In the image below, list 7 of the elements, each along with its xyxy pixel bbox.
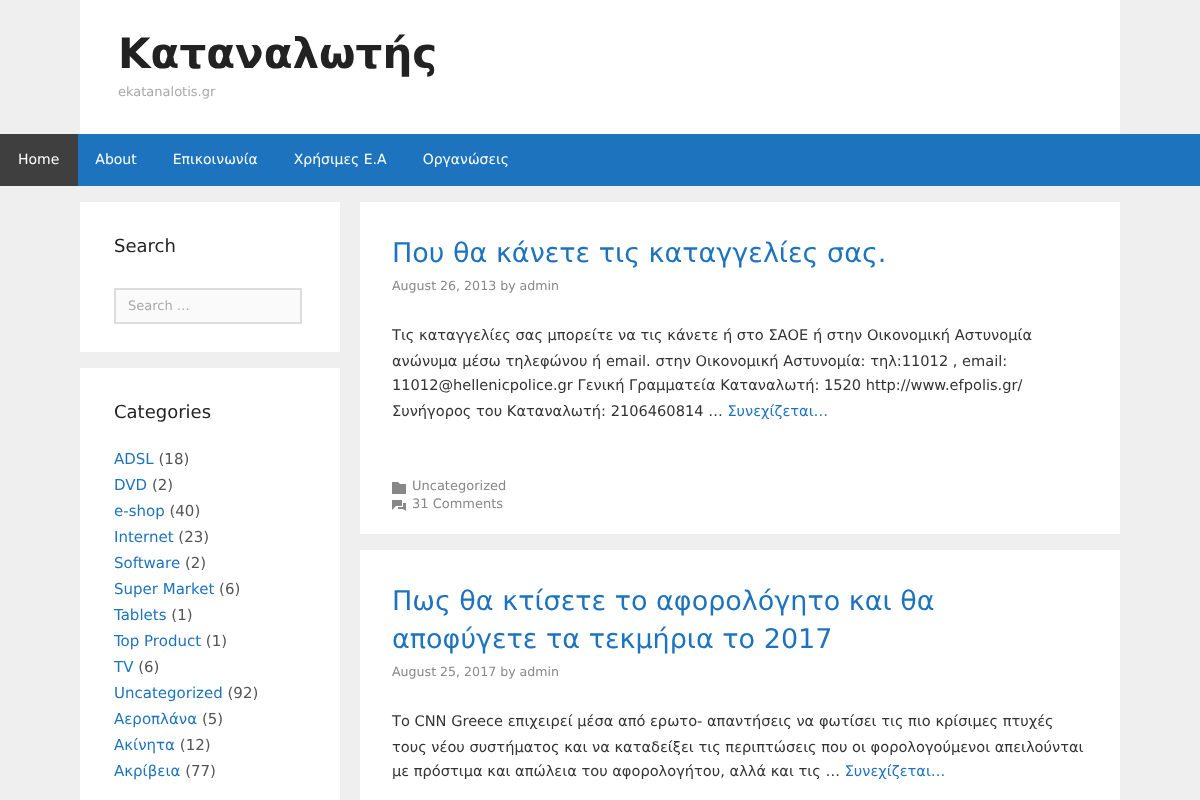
site-title[interactable]: Καταναλωτής [118,28,438,80]
post-title[interactable]: Πως θα κτίσετε το αφορολόγητο και θα αποφύγετε τα τεκμήρια το 2017 [392,584,1088,660]
widget-title: Categories [114,404,214,424]
comments-icon [392,499,406,511]
widget-title: Search [114,238,178,258]
post-title[interactable]: Που θα κάνετε τις καταγγελίες σας. [392,236,1088,274]
folder-icon [392,481,406,493]
